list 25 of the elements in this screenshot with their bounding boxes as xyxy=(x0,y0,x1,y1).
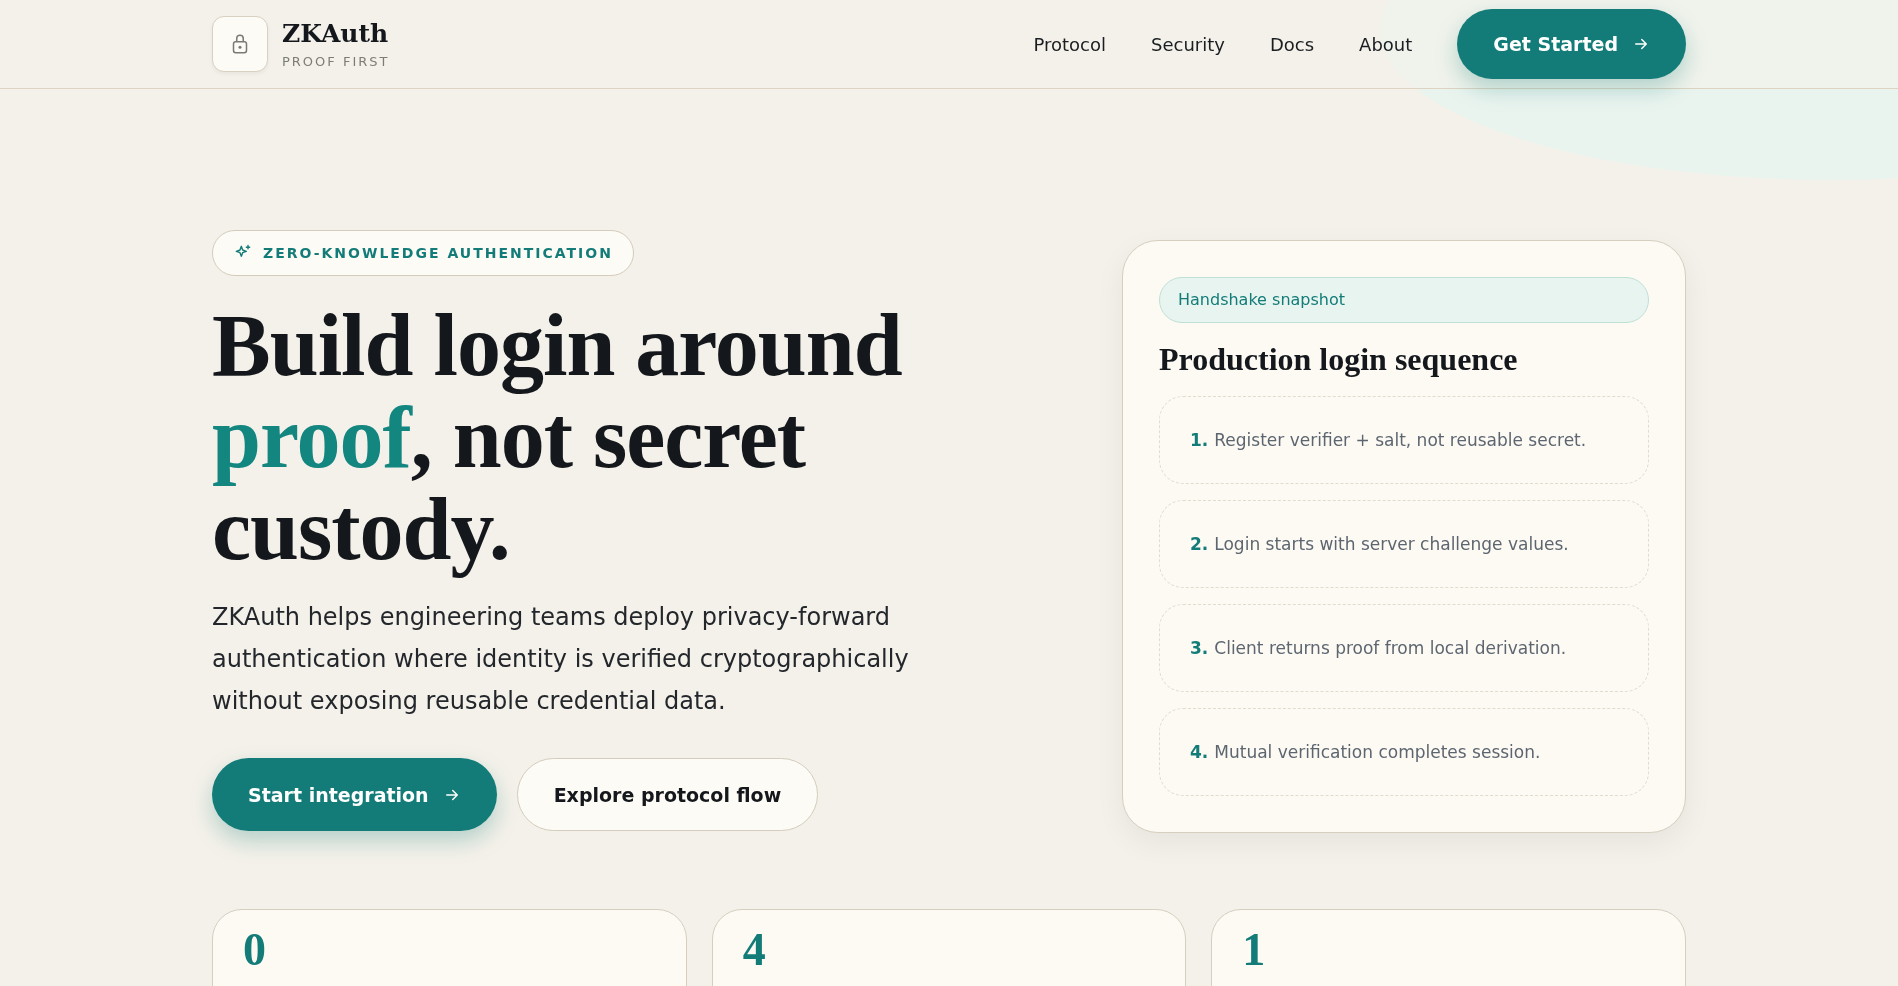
nav-link[interactable]: Docs xyxy=(1269,33,1315,55)
step-text: Client returns proof from local derivation. xyxy=(1214,638,1567,658)
step-number: 4. xyxy=(1190,742,1209,762)
step-number: 1. xyxy=(1190,430,1209,450)
snapshot-chip: Handshake snapshot xyxy=(1159,277,1649,323)
category-badge: ZERO-KNOWLEDGE AUTHENTICATION xyxy=(212,230,634,276)
step-text: Mutual verification completes session. xyxy=(1214,742,1541,762)
nav-link[interactable]: Protocol xyxy=(1033,33,1106,55)
step-text: Login starts with server challenge values. xyxy=(1214,534,1569,554)
step-number: 3. xyxy=(1190,638,1209,658)
hero-headline: Build login around proof, not secret custody. xyxy=(212,300,903,576)
stat-value: 4 xyxy=(742,924,767,976)
start-integration-button[interactable]: Start integration xyxy=(212,758,497,831)
step-number: 2. xyxy=(1190,534,1209,554)
step-text: Register verifier + salt, not reusable secret. xyxy=(1214,430,1587,450)
get-started-button[interactable]: Get Started xyxy=(1457,9,1686,79)
nav-link[interactable]: About xyxy=(1359,33,1413,55)
stat-value: 1 xyxy=(1242,924,1267,976)
card-title: Production login sequence xyxy=(1159,341,1519,378)
brand-name: ZKAuth xyxy=(282,19,390,48)
stat-value: 0 xyxy=(243,924,267,976)
nav-link[interactable]: Security xyxy=(1151,33,1225,55)
hero-description: ZKAuth helps engineering teams deploy privacy-forward authentication where identity is verified cryptographically without exposing reusable credential data. xyxy=(212,602,910,717)
explore-protocol-button[interactable]: Explore protocol flow xyxy=(516,758,819,831)
brand-tagline: PROOF FIRST xyxy=(282,54,390,69)
